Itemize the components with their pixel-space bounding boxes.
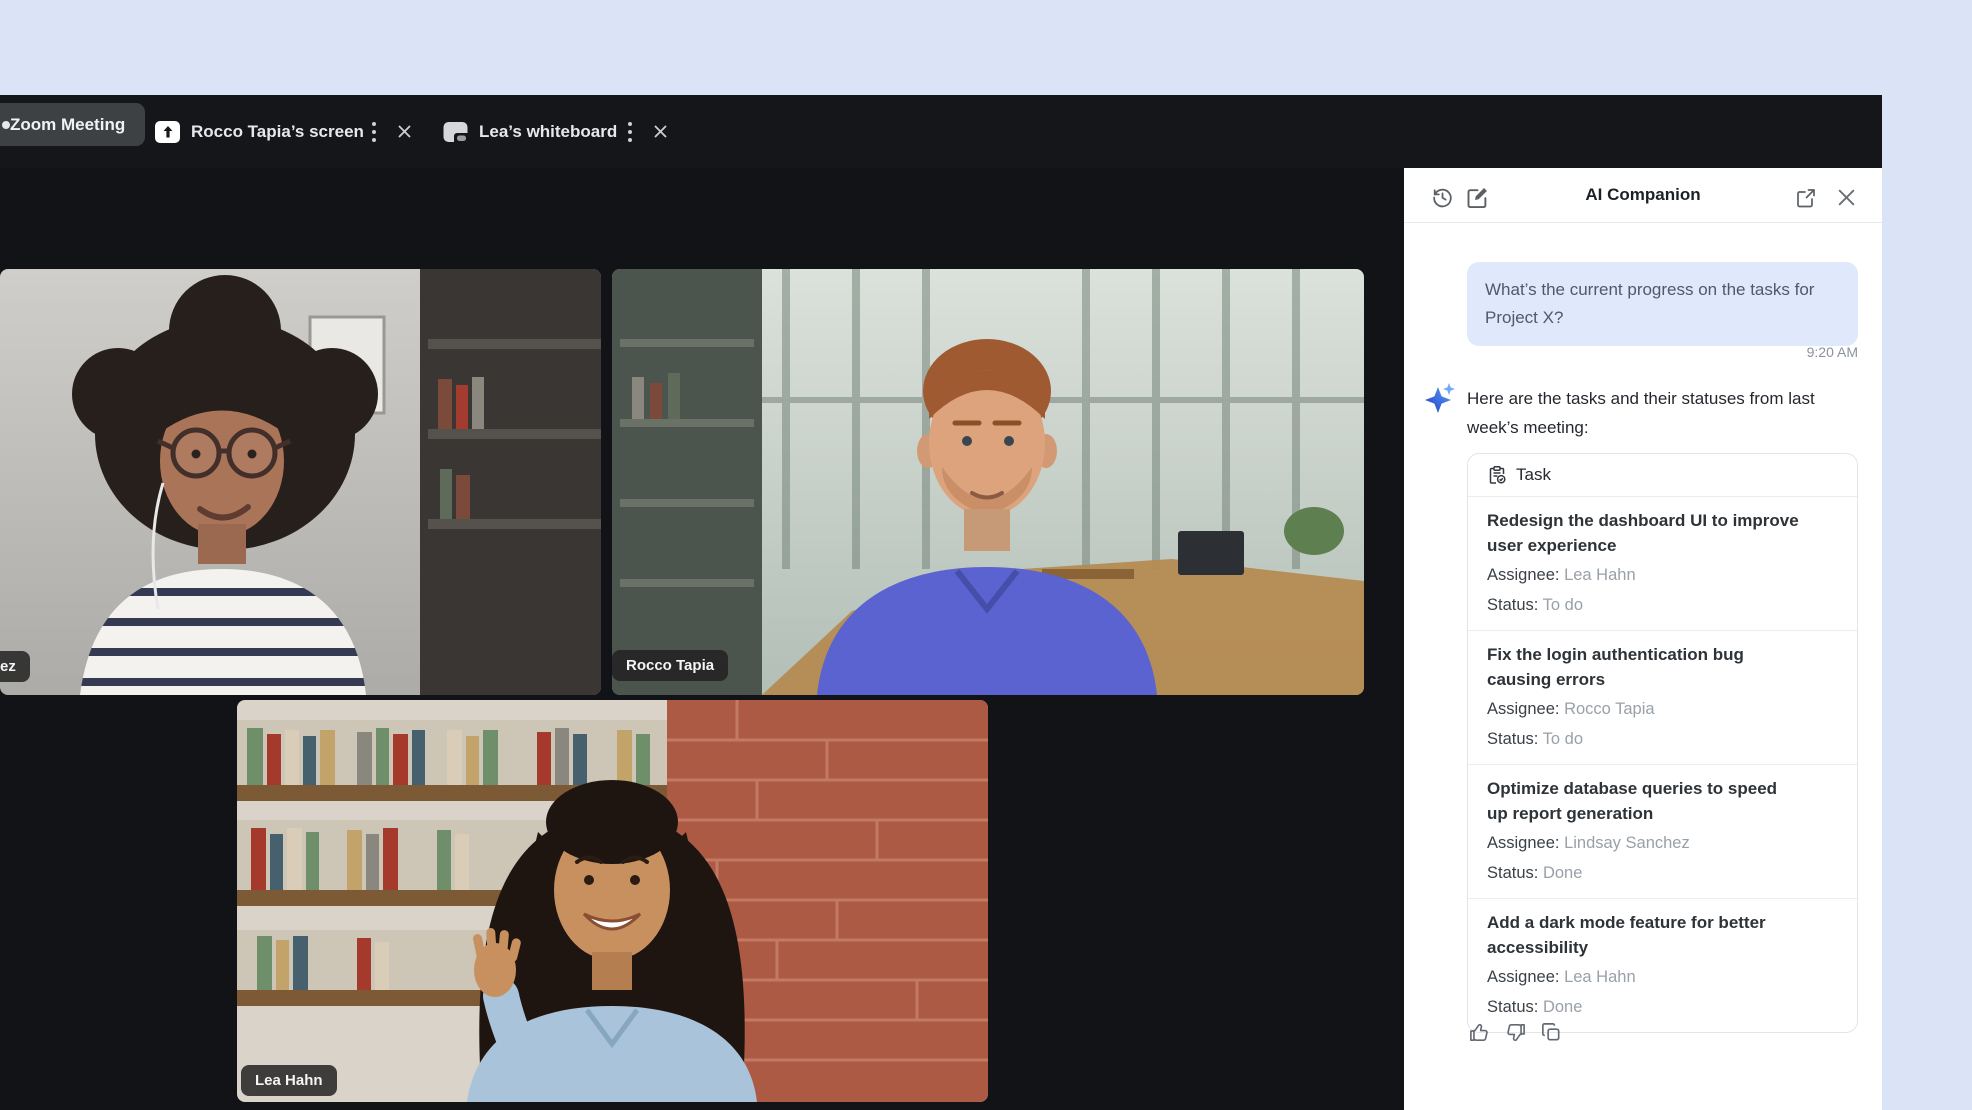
video-feed-illustration <box>0 269 601 695</box>
task-title: Redesign the dashboard UI to improve use… <box>1487 508 1799 558</box>
video-tile-rocco-tapia[interactable]: Rocco Tapia <box>612 269 1364 695</box>
user-message-text: What’s the current progress on the tasks… <box>1485 276 1817 332</box>
ai-companion-sparkle-icon <box>1422 380 1460 423</box>
participant-name-tag: Rocco Tapia <box>612 650 728 681</box>
task-clipboard-icon <box>1487 465 1507 485</box>
kebab-menu-icon[interactable] <box>366 118 382 146</box>
task-assignee: Assignee: Lea Hahn <box>1487 563 1838 588</box>
task-title: Fix the login authentication bug causing… <box>1487 642 1799 692</box>
pop-out-icon[interactable] <box>1794 186 1818 210</box>
task-title: Add a dark mode feature for better acces… <box>1487 910 1799 960</box>
tab-label: Lea’s whiteboard <box>479 122 617 142</box>
tab-bar: Zoom Meeting Rocco Tapia’s screen Lea’ <box>0 95 1882 168</box>
tab-label: Rocco Tapia’s screen <box>191 122 364 142</box>
tab-label: Zoom Meeting <box>10 115 125 135</box>
task-card-header: Task <box>1468 454 1857 497</box>
new-chat-icon[interactable] <box>1464 184 1491 211</box>
message-timestamp: 9:20 AM <box>1404 344 1858 360</box>
whiteboard-icon <box>443 121 468 143</box>
participant-name-tag: Lea Hahn <box>241 1065 337 1096</box>
task-row: Add a dark mode feature for better acces… <box>1468 899 1857 1032</box>
video-tile-lea-hahn[interactable]: Lea Hahn <box>237 700 988 1102</box>
task-row: Fix the login authentication bug causing… <box>1468 631 1857 765</box>
task-title: Optimize database queries to speed up re… <box>1487 776 1799 826</box>
task-assignee: Assignee: Rocco Tapia <box>1487 697 1838 722</box>
meeting-tab-icon <box>2 121 10 129</box>
task-status: Status: To do <box>1487 593 1838 618</box>
zoom-app-window: Zoom Meeting Rocco Tapia’s screen Lea’ <box>0 0 1972 1110</box>
ai-response-text: Here are the tasks and their statuses fr… <box>1467 384 1815 442</box>
user-message-bubble: What’s the current progress on the tasks… <box>1467 262 1858 346</box>
tab-lea-whiteboard[interactable]: Lea’s whiteboard <box>443 95 617 168</box>
close-icon[interactable] <box>393 122 416 141</box>
task-status: Status: Done <box>1487 861 1838 886</box>
task-row: Optimize database queries to speed up re… <box>1468 765 1857 899</box>
task-status: Status: To do <box>1487 727 1838 752</box>
tab-rocco-screen-menu <box>366 95 416 168</box>
close-icon[interactable] <box>1836 187 1857 208</box>
history-icon[interactable] <box>1430 185 1455 210</box>
tab-lea-whiteboard-menu <box>622 95 672 168</box>
video-tile-lindsay-sanchez[interactable]: ez <box>0 269 601 695</box>
close-icon[interactable] <box>649 122 672 141</box>
tab-zoom-meeting[interactable]: Zoom Meeting <box>0 103 145 146</box>
task-assignee: Assignee: Lindsay Sanchez <box>1487 831 1838 856</box>
task-card: Task Redesign the dashboard UI to improv… <box>1467 453 1858 1033</box>
task-card-header-label: Task <box>1516 465 1551 485</box>
thumbs-up-icon[interactable] <box>1468 1021 1491 1044</box>
thumbs-down-icon[interactable] <box>1504 1021 1527 1044</box>
feedback-bar <box>1468 1021 1563 1044</box>
share-screen-icon <box>155 121 180 143</box>
video-feed-illustration <box>612 269 1364 695</box>
task-status: Status: Done <box>1487 995 1838 1020</box>
kebab-menu-icon[interactable] <box>622 118 638 146</box>
participant-name-tag: ez <box>0 651 30 682</box>
video-feed-illustration <box>237 700 988 1102</box>
task-row: Redesign the dashboard UI to improve use… <box>1468 497 1857 631</box>
tab-rocco-screen[interactable]: Rocco Tapia’s screen <box>155 95 364 168</box>
task-assignee: Assignee: Lea Hahn <box>1487 965 1838 990</box>
copy-icon[interactable] <box>1540 1021 1563 1044</box>
